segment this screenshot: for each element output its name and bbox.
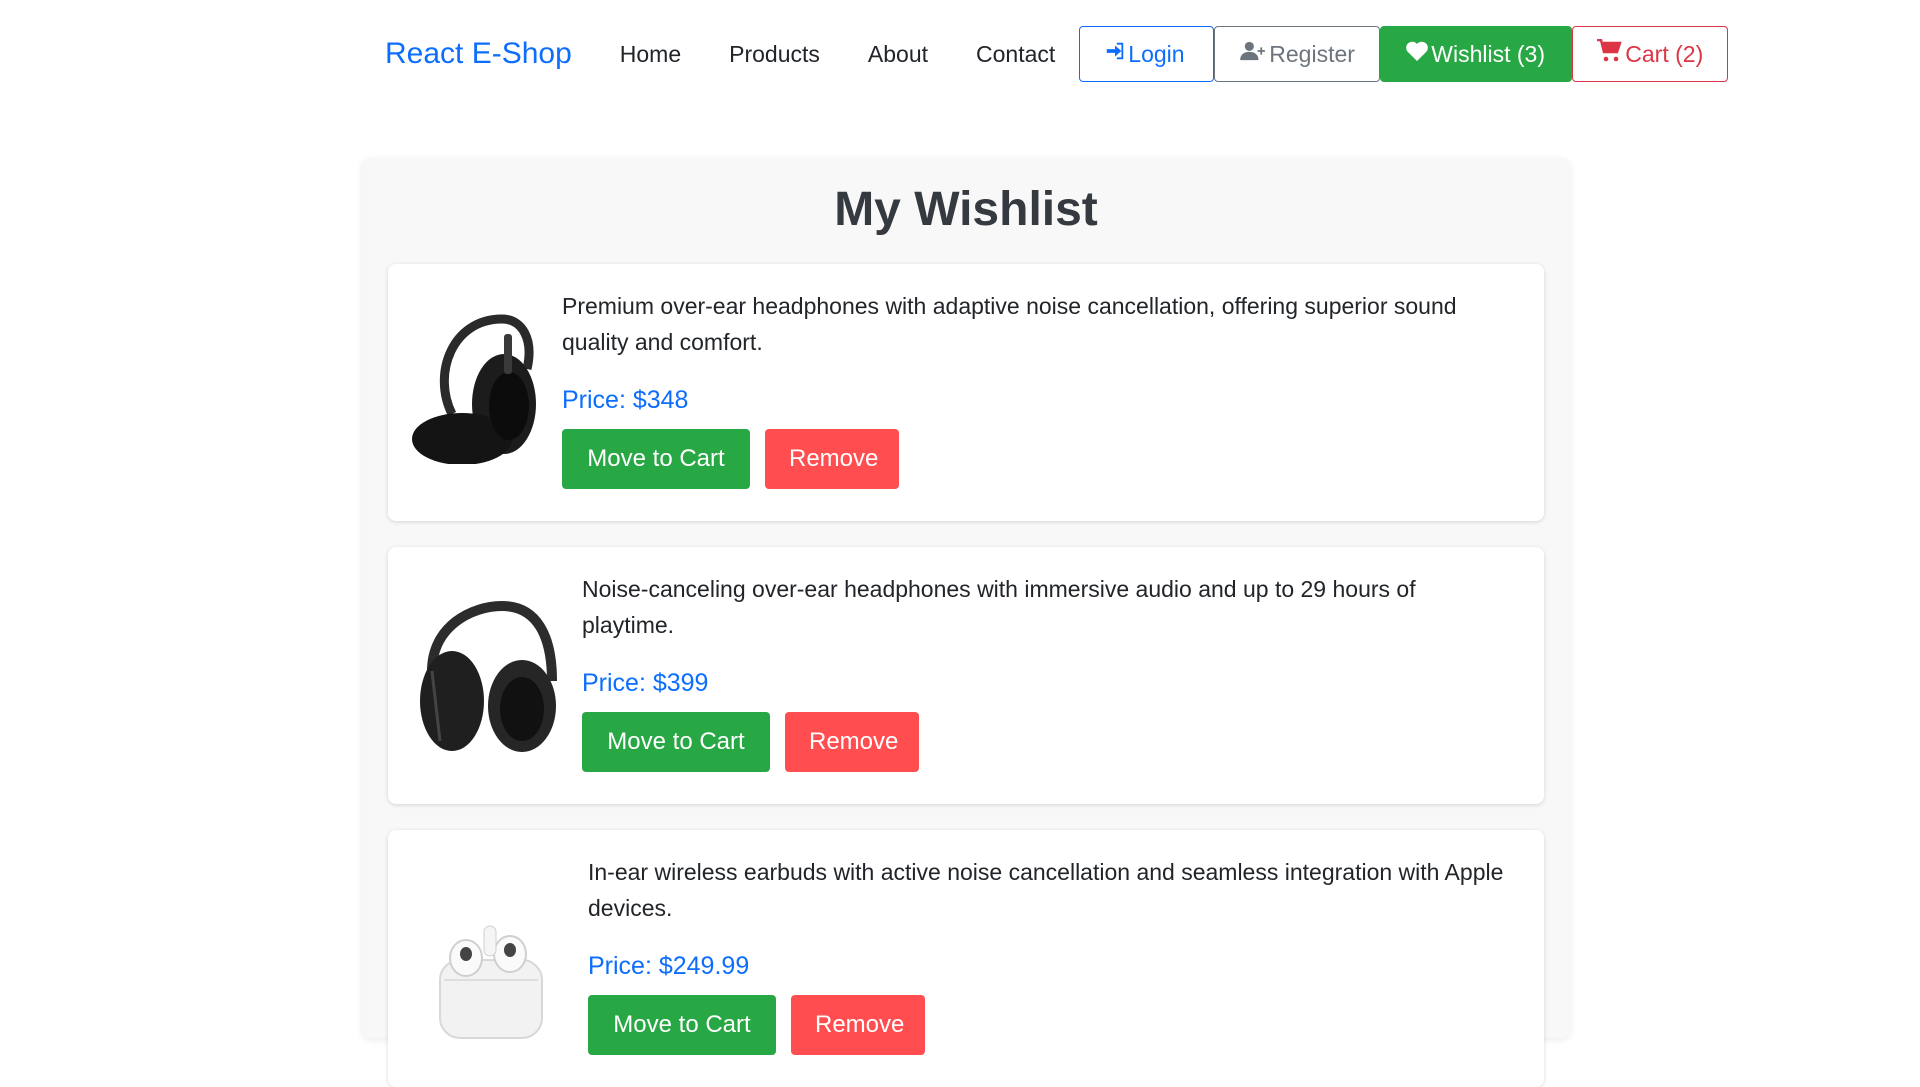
register-button[interactable]: Register xyxy=(1214,26,1381,82)
login-label: Login xyxy=(1128,40,1185,67)
item-body: In-ear wireless earbuds with active nois… xyxy=(588,854,1504,1055)
nav-link-contact[interactable]: Contact xyxy=(952,41,1079,68)
wishlist-label: Wishlist (3) xyxy=(1431,40,1546,67)
wishlist-item: In-ear wireless earbuds with active nois… xyxy=(388,830,1544,1087)
remove-button[interactable]: Remove xyxy=(765,429,899,489)
wishlist-button[interactable]: Wishlist (3) xyxy=(1380,26,1573,82)
item-description: Premium over-ear headphones with adaptiv… xyxy=(562,293,1457,355)
product-image-earbuds xyxy=(436,920,546,1045)
cart-button[interactable]: Cart (2) xyxy=(1572,26,1729,82)
item-actions: Move to Cart Remove xyxy=(562,429,1504,489)
nav-link-products[interactable]: Products xyxy=(705,41,844,68)
user-plus-icon xyxy=(1239,40,1269,68)
item-actions: Move to Cart Remove xyxy=(582,712,1504,772)
product-image-headphones xyxy=(412,314,537,469)
navbar: React E-Shop Home Products About Contact… xyxy=(385,26,1729,82)
move-to-cart-button[interactable]: Move to Cart xyxy=(588,995,776,1055)
brand-link[interactable]: React E-Shop xyxy=(385,37,572,71)
register-label: Register xyxy=(1269,40,1355,67)
nav-link-about[interactable]: About xyxy=(844,41,952,68)
remove-button[interactable]: Remove xyxy=(791,995,925,1055)
page-title: My Wishlist xyxy=(834,183,1098,236)
product-image-headphones xyxy=(412,600,557,758)
cart-icon xyxy=(1597,38,1625,69)
cart-label: Cart (2) xyxy=(1625,40,1704,67)
item-description: In-ear wireless earbuds with active nois… xyxy=(588,859,1504,921)
item-description: Noise-canceling over-ear headphones with… xyxy=(582,576,1416,638)
move-to-cart-button[interactable]: Move to Cart xyxy=(582,712,770,772)
wishlist-item: Premium over-ear headphones with adaptiv… xyxy=(388,264,1544,521)
item-actions: Move to Cart Remove xyxy=(588,995,1504,1055)
nav-link-home[interactable]: Home xyxy=(596,41,705,68)
item-body: Premium over-ear headphones with adaptiv… xyxy=(562,288,1504,489)
heart-icon xyxy=(1405,40,1431,68)
item-price: Price: $249.99 xyxy=(588,952,750,980)
wishlist-panel: My Wishlist Premium over-ear headphones … xyxy=(362,158,1570,1087)
login-button[interactable]: Login xyxy=(1079,26,1215,82)
wishlist-item: Noise-canceling over-ear headphones with… xyxy=(388,547,1544,804)
item-body: Noise-canceling over-ear headphones with… xyxy=(582,571,1504,772)
move-to-cart-button[interactable]: Move to Cart xyxy=(562,429,750,489)
item-price: Price: $399 xyxy=(582,669,709,697)
item-price: Price: $348 xyxy=(562,386,689,414)
sign-in-icon xyxy=(1104,40,1128,68)
remove-button[interactable]: Remove xyxy=(785,712,919,772)
nav-buttons: Login Register Wishlist (3) Cart (2) xyxy=(1079,26,1729,82)
